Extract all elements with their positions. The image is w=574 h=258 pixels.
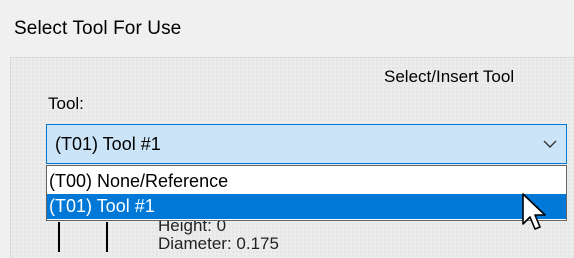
- tool-select-combobox[interactable]: (T01) Tool #1: [46, 124, 567, 164]
- list-option-t00[interactable]: (T00) None/Reference: [47, 169, 566, 194]
- dialog-title: Select Tool For Use: [14, 18, 182, 39]
- chevron-down-icon[interactable]: [542, 136, 558, 152]
- tool-label: Tool:: [48, 94, 84, 113]
- list-option-t01[interactable]: (T01) Tool #1: [47, 194, 566, 219]
- tool-details-area: Height: 0 Diameter: 0.175: [58, 216, 458, 253]
- arrow-pointer-icon: [521, 192, 549, 236]
- tool-dropdown-list: (T00) None/Reference (T01) Tool #1: [46, 165, 567, 221]
- diameter-text: Diameter: 0.175: [158, 234, 279, 253]
- tree-line-left: [58, 222, 60, 252]
- tree-line-right: [106, 222, 108, 252]
- section-title: Select/Insert Tool: [384, 67, 515, 86]
- tool-select-value: (T01) Tool #1: [55, 134, 161, 154]
